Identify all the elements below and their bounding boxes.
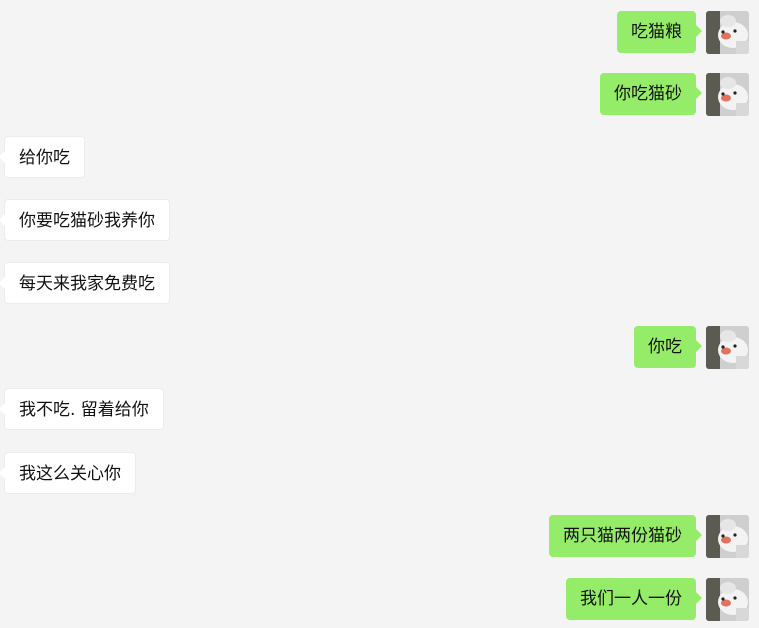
cat-avatar-icon[interactable] <box>706 11 749 54</box>
outgoing-message-bubble[interactable]: 我们一人一份 <box>566 578 702 620</box>
incoming-message-bubble[interactable]: 你要吃猫砂我养你 <box>0 199 170 241</box>
outgoing-message-bubble[interactable]: 两只猫两份猫砂 <box>549 515 702 557</box>
incoming-message-bubble[interactable]: 给你吃 <box>0 136 85 178</box>
message-row-incoming: 给你吃 <box>0 136 759 180</box>
outgoing-message-bubble[interactable]: 你吃 <box>634 326 702 368</box>
message-row-outgoing: 我们一人一份 <box>0 578 759 622</box>
cat-avatar-icon[interactable] <box>706 515 749 558</box>
message-row-outgoing: 两只猫两份猫砂 <box>0 515 759 559</box>
outgoing-message-bubble[interactable]: 你吃猫砂 <box>600 73 702 115</box>
outgoing-message-bubble[interactable]: 吃猫粮 <box>617 11 702 53</box>
incoming-message-bubble[interactable]: 我不吃. 留着给你 <box>0 388 164 430</box>
message-row-outgoing: 你吃 <box>0 326 759 370</box>
incoming-message-bubble[interactable]: 我这么关心你 <box>0 452 136 494</box>
cat-avatar-icon[interactable] <box>706 326 749 369</box>
cat-avatar-icon[interactable] <box>706 578 749 621</box>
message-row-incoming: 我这么关心你 <box>0 452 759 496</box>
incoming-message-bubble[interactable]: 每天来我家免费吃 <box>0 262 170 304</box>
message-row-incoming: 你要吃猫砂我养你 <box>0 199 759 243</box>
cat-avatar-icon[interactable] <box>706 73 749 116</box>
message-row-outgoing: 吃猫粮 <box>0 11 759 55</box>
message-row-outgoing: 你吃猫砂 <box>0 73 759 117</box>
message-row-incoming: 每天来我家免费吃 <box>0 262 759 306</box>
message-row-incoming: 我不吃. 留着给你 <box>0 388 759 432</box>
chat-message-list: 吃猫粮 你吃猫砂 给你吃 你要吃猫砂我养你 每天来我家免费吃 你吃 我不吃. 留… <box>0 0 759 628</box>
